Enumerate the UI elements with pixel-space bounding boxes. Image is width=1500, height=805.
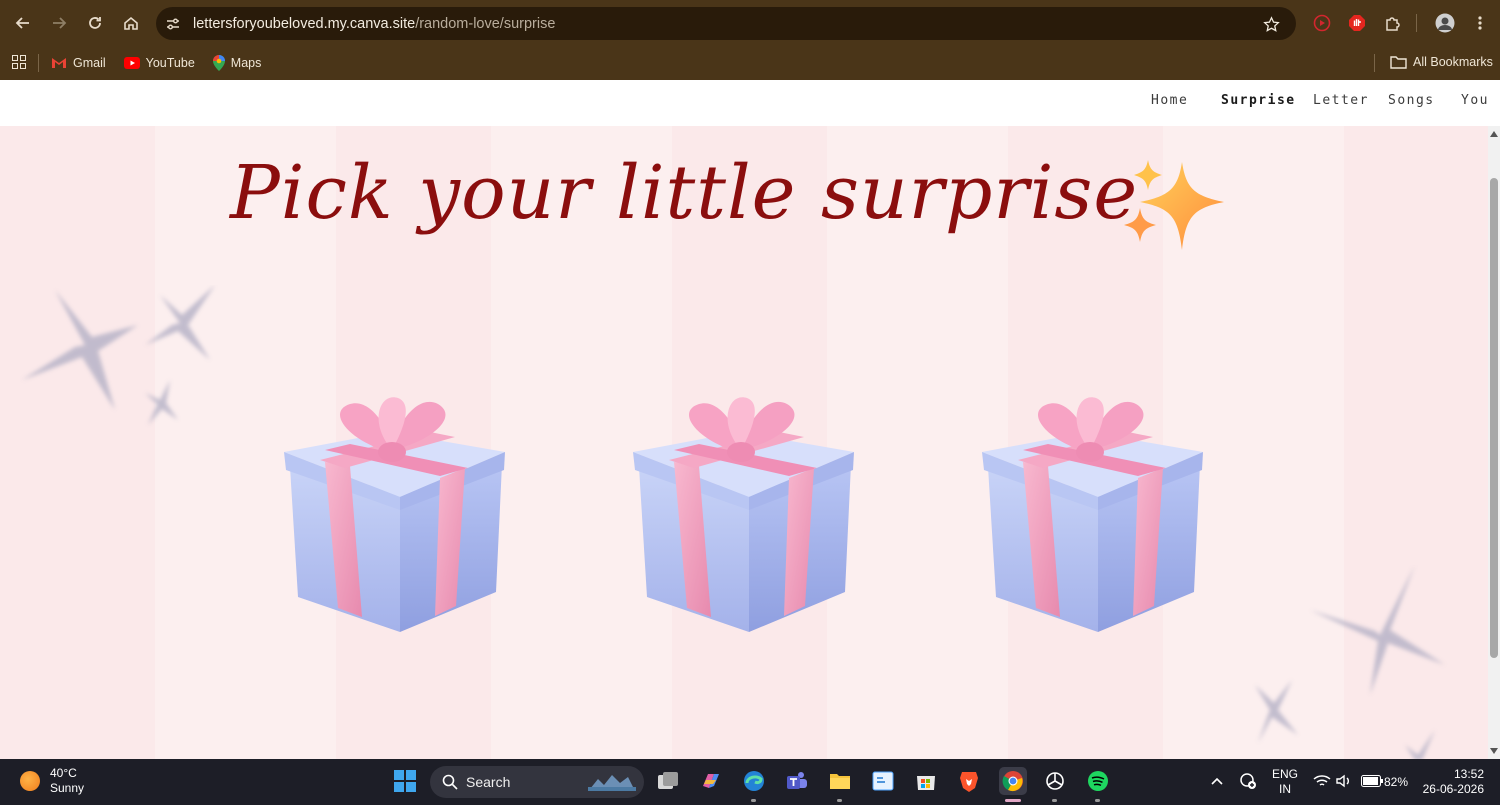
nav-surprise[interactable]: Surprise xyxy=(1221,93,1296,108)
profile-avatar-icon[interactable] xyxy=(1434,12,1456,34)
page-scrollbar[interactable] xyxy=(1488,126,1500,759)
search-highlight-icon xyxy=(588,775,636,791)
search-icon xyxy=(442,774,458,790)
decorative-stars-right xyxy=(1255,565,1445,759)
all-bookmarks[interactable]: All Bookmarks xyxy=(1390,55,1493,69)
maps-pin-icon xyxy=(212,55,225,71)
bookmarks-bar: Gmail YouTube Maps All Bookmarks xyxy=(0,46,1500,80)
extensions-puzzle-icon[interactable] xyxy=(1382,12,1404,34)
scrollbar-thumb[interactable] xyxy=(1490,178,1498,658)
copilot-icon[interactable] xyxy=(698,768,724,794)
browser-toolbar: lettersforyoubeloved.my.canva.site/rando… xyxy=(0,0,1500,46)
gmail-icon xyxy=(52,58,66,68)
url-text: lettersforyoubeloved.my.canva.site/rando… xyxy=(193,16,555,32)
nav-home[interactable]: Home xyxy=(1151,93,1188,108)
webpage: Home Surprise Letter Songs You Pick your… xyxy=(0,80,1500,759)
site-info-icon[interactable] xyxy=(162,13,184,35)
bookmark-star-icon[interactable] xyxy=(1260,13,1282,35)
decorative-stars-left xyxy=(22,285,215,425)
bookmark-youtube-label: YouTube xyxy=(145,56,195,70)
battery-percent: 82% xyxy=(1384,775,1409,789)
microsoft-store-icon[interactable] xyxy=(913,768,939,794)
browser-menu-icon[interactable] xyxy=(1469,12,1491,34)
battery-icon[interactable] xyxy=(1359,768,1385,794)
site-navigation: Home Surprise Letter Songs You xyxy=(0,80,1500,126)
address-bar[interactable]: lettersforyoubeloved.my.canva.site/rando… xyxy=(156,7,1296,40)
bookmark-maps[interactable]: Maps xyxy=(212,55,262,71)
windows-taskbar: 40°C Sunny Search ENG IN 82% 13:52 26-06… xyxy=(0,759,1500,805)
clock[interactable]: 13:52 26-06-2026 xyxy=(1422,767,1484,797)
gift-box-3[interactable] xyxy=(978,392,1208,637)
bookmark-gmail[interactable]: Gmail xyxy=(51,56,106,70)
brave-browser-icon[interactable] xyxy=(956,768,982,794)
search-label: Search xyxy=(466,774,511,790)
page-headline: Pick your little surprise xyxy=(230,150,1139,236)
tray-chevron-up-icon[interactable] xyxy=(1204,768,1230,794)
reload-icon[interactable] xyxy=(78,6,112,40)
gift-box-2[interactable] xyxy=(629,392,859,637)
file-explorer-icon[interactable] xyxy=(827,768,853,794)
nav-songs[interactable]: Songs xyxy=(1388,93,1435,108)
forward-icon[interactable] xyxy=(42,6,76,40)
apps-grid-icon[interactable] xyxy=(12,54,26,72)
url-path: /random-love/surprise xyxy=(415,15,556,32)
volume-icon[interactable] xyxy=(1331,768,1357,794)
back-icon[interactable] xyxy=(6,6,40,40)
spotify-icon[interactable] xyxy=(1085,768,1111,794)
bookmark-youtube[interactable]: YouTube xyxy=(123,56,195,70)
nav-letter[interactable]: Letter xyxy=(1313,93,1369,108)
language-bottom: IN xyxy=(1279,782,1291,796)
adblock-extension-icon[interactable] xyxy=(1346,12,1368,34)
task-view-icon[interactable] xyxy=(655,768,681,794)
language-indicator[interactable]: ENG IN xyxy=(1272,767,1298,797)
bookmark-maps-label: Maps xyxy=(230,56,262,70)
weather-temp: 40°C xyxy=(50,766,77,780)
remote-app-icon[interactable] xyxy=(870,768,896,794)
clock-time: 13:52 xyxy=(1453,767,1484,781)
bookmark-gmail-label: Gmail xyxy=(73,56,106,70)
clock-date: 26-06-2026 xyxy=(1422,782,1484,796)
url-host: lettersforyoubeloved.my.canva.site xyxy=(193,15,416,32)
windows-start-icon[interactable] xyxy=(392,768,418,794)
edge-browser-icon[interactable] xyxy=(741,768,767,794)
language-top: ENG xyxy=(1272,767,1299,781)
taskbar-search[interactable]: Search xyxy=(430,766,644,798)
teams-icon[interactable] xyxy=(784,768,810,794)
folder-icon xyxy=(1390,56,1407,69)
scroll-down-arrow[interactable] xyxy=(1490,748,1498,754)
weather-desc: Sunny xyxy=(50,781,85,795)
weather-widget[interactable]: 40°C Sunny xyxy=(20,766,84,796)
gift-box-1[interactable] xyxy=(280,392,510,637)
home-icon[interactable] xyxy=(114,6,148,40)
all-bookmarks-label: All Bookmarks xyxy=(1413,55,1493,69)
scroll-up-arrow[interactable] xyxy=(1490,131,1498,137)
record-extension-icon[interactable] xyxy=(1311,12,1333,34)
nav-you[interactable]: You xyxy=(1461,93,1489,108)
chatgpt-icon[interactable] xyxy=(1042,768,1068,794)
sun-icon xyxy=(20,771,40,791)
sparkles-icon xyxy=(1124,160,1224,250)
tray-app-icon[interactable] xyxy=(1235,768,1261,794)
chrome-browser-icon[interactable] xyxy=(999,767,1027,795)
youtube-icon xyxy=(123,57,140,69)
